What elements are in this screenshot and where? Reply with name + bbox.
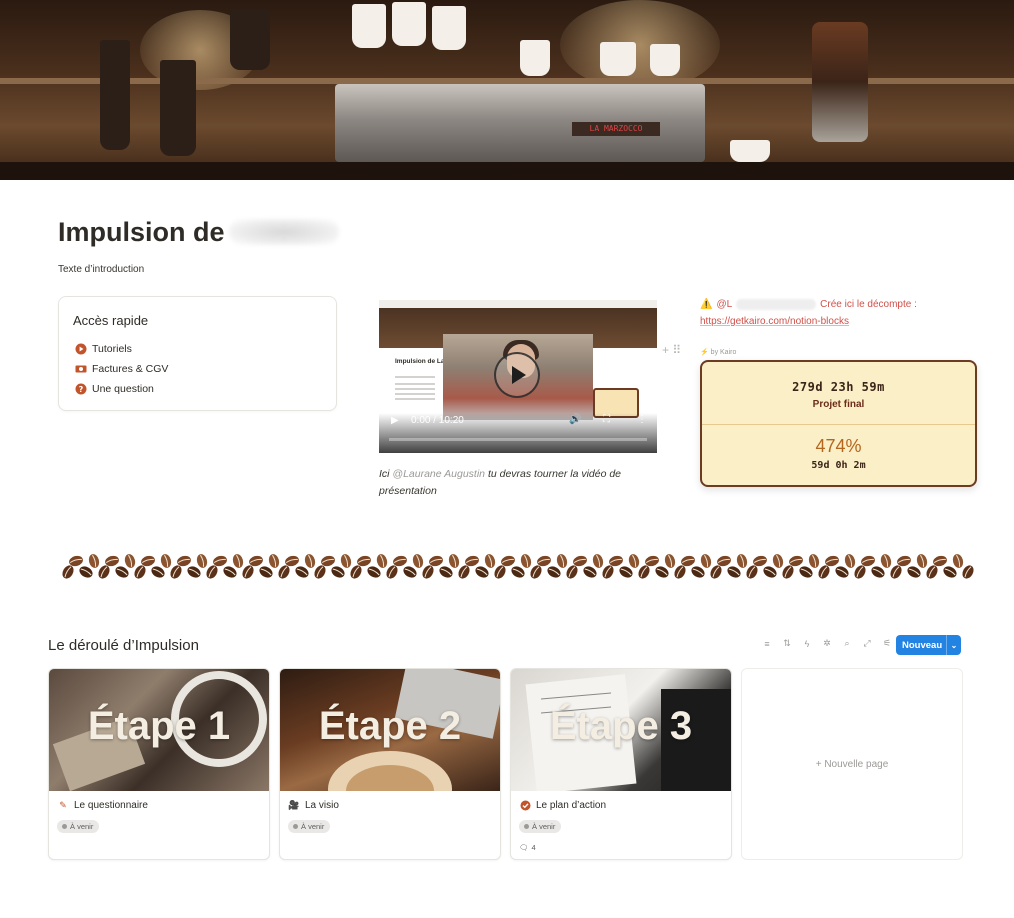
card-image-text: Étape 1 (87, 704, 231, 748)
coffee-beans-divider (60, 551, 976, 583)
quick-item-factures[interactable]: Factures & CGV (75, 363, 168, 375)
redacted-mention (736, 299, 817, 310)
video-time: 0:00 / 10:20 (411, 415, 464, 426)
gallery-card-step-1[interactable]: Étape 1 ✎ Le questionnaire À venir (48, 668, 270, 860)
page-title[interactable]: Impulsion de (58, 217, 225, 248)
lightning-icon: ⚡ (700, 349, 709, 356)
database-title[interactable]: Le déroulé d’Impulsion (48, 637, 199, 654)
video-progress-bar[interactable] (389, 438, 647, 441)
card-title: La visio (305, 799, 339, 811)
quick-item-label: Tutoriels (92, 343, 132, 355)
new-button[interactable]: Nouveau ⌄ (896, 635, 961, 655)
card-image-text: Étape 2 (318, 704, 462, 748)
volume-icon[interactable]: 🔊 (569, 414, 581, 425)
expand-icon[interactable]: ⤢ (862, 638, 872, 649)
callout-mention[interactable]: @L (716, 299, 732, 310)
countdown-remaining: 59d 0h 2m (811, 460, 866, 471)
by-kairo-label: ⚡ by Kairo (700, 349, 737, 356)
quick-item-tutoriels[interactable]: Tutoriels (75, 343, 132, 355)
video-caption[interactable]: Ici @Laurane Augustin tu devras tourner … (379, 466, 649, 500)
quick-access-title: Accès rapide (73, 313, 149, 328)
card-title: Le plan d’action (536, 799, 607, 811)
check-circle-icon (519, 799, 531, 811)
video-camera-icon: 🎥 (288, 799, 300, 810)
card-cover-image: Étape 3 (511, 669, 731, 791)
video-player[interactable]: Impulsion de La ▶ 0:00 / 10:20 🔊 ⛶ ⋮ (379, 300, 657, 453)
gallery-card-step-2[interactable]: Étape 2 🎥 La visio À venir (279, 668, 501, 860)
automation-icon[interactable]: ϟ (802, 639, 812, 649)
fullscreen-icon[interactable]: ⛶ (603, 414, 610, 425)
countdown-widget[interactable]: 279d 23h 59m Projet final 474% 59d 0h 2m (700, 360, 977, 487)
caption-prefix: Ici (379, 468, 390, 480)
countdown-callout: ⚠️ @L Crée ici le décompte : (700, 299, 917, 310)
countdown-label: Projet final (812, 399, 865, 410)
quick-item-label: Une question (92, 383, 154, 395)
gallery-card-step-3[interactable]: Étape 3 Le plan d’action À venir 🗨 4 (510, 668, 732, 860)
status-badge: À venir (519, 820, 562, 833)
ai-icon[interactable]: ✲ (822, 638, 832, 649)
quick-item-label: Factures & CGV (92, 363, 169, 375)
money-icon (75, 363, 87, 375)
card-cover-image: Étape 2 (280, 669, 500, 791)
status-badge: À venir (57, 820, 100, 833)
kairo-link[interactable]: https://getkairo.com/notion-blocks (700, 316, 849, 327)
intro-text[interactable]: Texte d’introduction (58, 264, 144, 275)
play-icon[interactable]: ▶ (391, 415, 399, 426)
quick-access-card: Accès rapide Tutoriels Factures & CGV ? … (58, 296, 337, 411)
redacted-name (228, 219, 339, 245)
new-button-label: Nouveau (902, 639, 943, 651)
comment-count: 🗨 4 (519, 843, 536, 852)
play-button[interactable] (494, 352, 540, 398)
search-icon[interactable]: ⌕ (842, 638, 852, 649)
user-mention[interactable]: @Laurane Augustin (392, 468, 485, 480)
card-cover-image: Étape 1 (49, 669, 269, 791)
video-thumbnail-title: Impulsion de La (395, 358, 445, 365)
comment-icon: 🗨 (519, 843, 529, 852)
card-image-text: Étape 3 (549, 704, 693, 748)
warning-icon: ⚠️ (700, 299, 713, 310)
cover-image: LA MARZOCCO (0, 0, 1014, 180)
new-page-card[interactable]: + Nouvelle page (741, 668, 963, 860)
countdown-time-left: 279d 23h 59m (792, 380, 885, 394)
more-options-icon[interactable]: ⋮ (637, 414, 647, 425)
add-block-handle-icon[interactable]: + ⠿ (662, 343, 681, 357)
database-toolbar: ≡ ⇅ ϟ ✲ ⌕ ⤢ ⚟ (762, 638, 892, 649)
callout-text: Crée ici le décompte : (820, 299, 917, 310)
edit-icon: ✎ (59, 799, 67, 810)
status-badge: À venir (288, 820, 331, 833)
question-circle-icon: ? (75, 383, 87, 395)
chevron-down-icon[interactable]: ⌄ (947, 641, 961, 650)
countdown-percent: 474% (815, 436, 862, 456)
svg-text:?: ? (79, 385, 84, 394)
card-title: Le questionnaire (74, 799, 148, 811)
sort-icon[interactable]: ⇅ (782, 638, 792, 649)
filter-icon[interactable]: ≡ (762, 639, 772, 649)
quick-item-question[interactable]: ? Une question (75, 383, 154, 395)
settings-icon[interactable]: ⚟ (882, 638, 892, 649)
play-circle-icon (75, 343, 87, 355)
